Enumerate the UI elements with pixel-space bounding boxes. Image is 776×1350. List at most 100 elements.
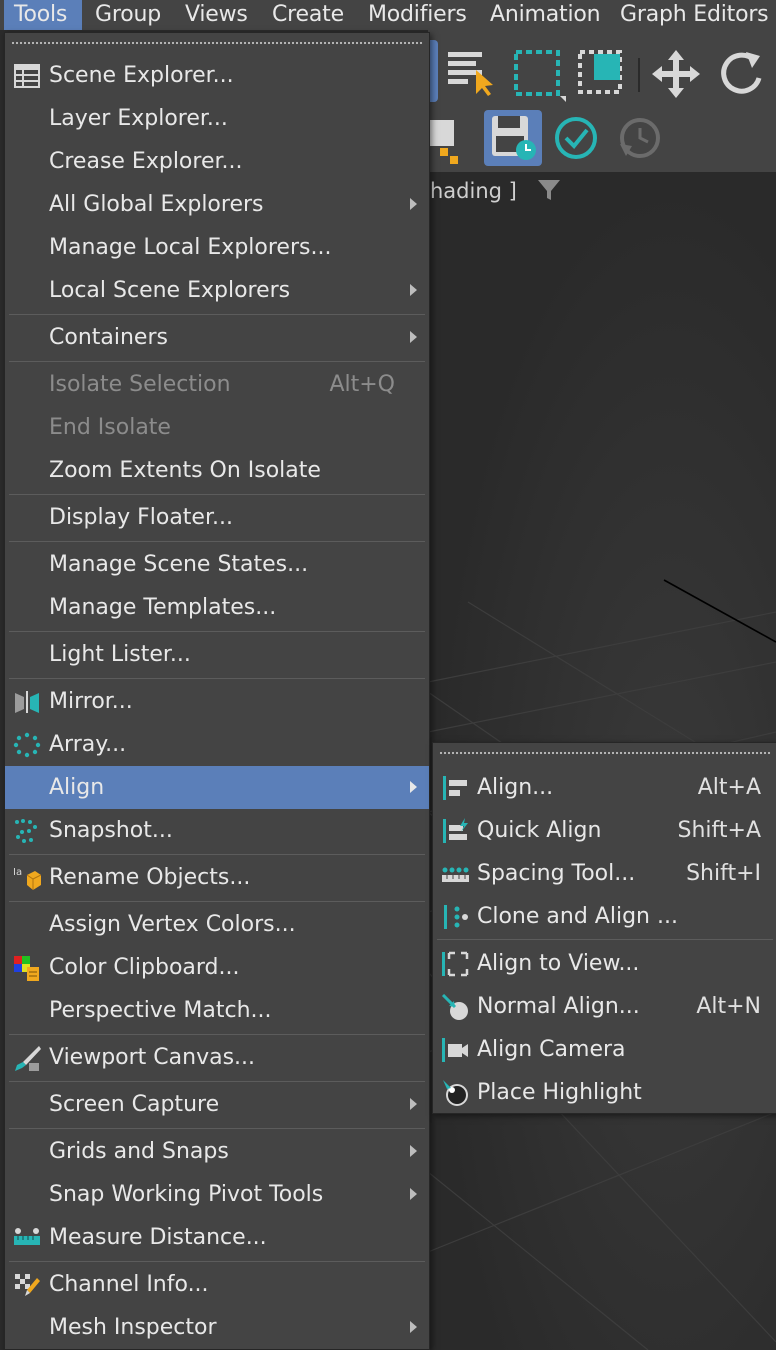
rotate-icon[interactable] xyxy=(716,48,766,98)
menubar: Tools Group Views Create Modifiers Anima… xyxy=(0,0,776,30)
menu-item-measure-distance[interactable]: Measure Distance... xyxy=(5,1216,429,1259)
spacing-tool-icon xyxy=(442,867,469,882)
menu-item-label: Layer Explorer... xyxy=(49,106,228,131)
submenu-item-place-highlight[interactable]: Place Highlight xyxy=(433,1071,776,1114)
menu-tools[interactable]: Tools xyxy=(4,0,82,30)
menu-modifiers[interactable]: Modifiers xyxy=(368,0,467,30)
menu-item-mesh-inspector[interactable]: Mesh Inspector xyxy=(5,1306,429,1349)
submenu-item-label: Align... xyxy=(477,775,554,800)
menu-separator xyxy=(9,1081,425,1082)
check-icon[interactable] xyxy=(554,116,602,164)
submenu-item-normal-align[interactable]: Normal Align... Alt+N xyxy=(433,985,776,1028)
table-icon xyxy=(14,64,40,88)
menu-item-label: Channel Info... xyxy=(49,1272,209,1297)
menu-item-array[interactable]: Array... xyxy=(5,723,429,766)
menu-item-color-clipboard[interactable]: Color Clipboard... xyxy=(5,946,429,989)
snapshot-icon xyxy=(15,819,37,843)
schematic-icon[interactable] xyxy=(428,118,460,168)
menu-item-display-floater[interactable]: Display Floater... xyxy=(5,496,429,539)
menu-item-snapshot[interactable]: Snapshot... xyxy=(5,809,429,852)
submenu-arrow-icon xyxy=(410,1188,417,1200)
align-to-view-icon xyxy=(442,951,469,977)
menu-item-rename-objects[interactable]: Ia Rename Objects... xyxy=(5,856,429,899)
menu-item-grids-and-snaps[interactable]: Grids and Snaps xyxy=(5,1130,429,1173)
menu-item-label: Screen Capture xyxy=(49,1092,220,1117)
menu-item-label: Mirror... xyxy=(49,689,133,714)
menu-item-label: Snapshot... xyxy=(49,818,173,843)
menu-item-isolate-selection[interactable]: Isolate Selection Alt+Q xyxy=(5,363,429,406)
menu-item-manage-local-explorers[interactable]: Manage Local Explorers... xyxy=(5,226,429,269)
menu-item-zoom-extents-on-isolate[interactable]: Zoom Extents On Isolate xyxy=(5,449,429,492)
submenu-item-quick-align[interactable]: Quick Align Shift+A xyxy=(433,809,776,852)
autosave-button[interactable] xyxy=(484,110,542,166)
submenu-separator xyxy=(437,939,773,940)
channel-info-icon xyxy=(15,1274,40,1296)
menu-separator xyxy=(9,314,425,315)
menu-item-manage-templates[interactable]: Manage Templates... xyxy=(5,586,429,629)
menu-item-channel-info[interactable]: Channel Info... xyxy=(5,1263,429,1306)
menu-item-end-isolate[interactable]: End Isolate xyxy=(5,406,429,449)
menu-item-screen-capture[interactable]: Screen Capture xyxy=(5,1083,429,1126)
submenu-item-shortcut: Shift+A xyxy=(677,818,762,843)
submenu-item-shortcut: Shift+I xyxy=(686,861,761,886)
rectangular-selection-icon[interactable] xyxy=(512,48,568,104)
menu-item-label: Color Clipboard... xyxy=(49,955,240,980)
menu-item-label: Assign Vertex Colors... xyxy=(49,912,296,937)
submenu-item-align[interactable]: Align... Alt+A xyxy=(433,766,776,809)
window-crossing-icon[interactable] xyxy=(576,48,628,100)
menu-item-snap-working-pivot-tools[interactable]: Snap Working Pivot Tools xyxy=(5,1173,429,1216)
menu-item-label: Scene Explorer... xyxy=(49,63,234,88)
menu-group[interactable]: Group xyxy=(95,0,161,30)
menu-graph-editors[interactable]: Graph Editors xyxy=(620,0,769,30)
menu-item-viewport-canvas[interactable]: Viewport Canvas... xyxy=(5,1036,429,1079)
submenu-item-label: Quick Align xyxy=(477,818,602,843)
tearoff-handle[interactable] xyxy=(439,751,771,755)
menu-item-label: Measure Distance... xyxy=(49,1225,267,1250)
rename-icon: Ia xyxy=(13,867,41,890)
menu-item-mirror[interactable]: Mirror... xyxy=(5,680,429,723)
menu-item-crease-explorer[interactable]: Crease Explorer... xyxy=(5,140,429,183)
viewport-shading-text: hading ] xyxy=(430,179,517,203)
menu-item-light-lister[interactable]: Light Lister... xyxy=(5,633,429,676)
filter-icon[interactable] xyxy=(536,178,562,202)
menu-item-manage-scene-states[interactable]: Manage Scene States... xyxy=(5,543,429,586)
submenu-item-align-to-view[interactable]: Align to View... xyxy=(433,942,776,985)
menu-item-scene-explorer[interactable]: Scene Explorer... xyxy=(5,54,429,97)
menu-item-label: Manage Scene States... xyxy=(49,552,309,577)
quick-align-icon xyxy=(443,818,468,843)
camera-icon xyxy=(442,1038,468,1062)
submenu-item-label: Align Camera xyxy=(477,1037,626,1062)
submenu-item-clone-and-align[interactable]: Clone and Align ... xyxy=(433,895,776,938)
menu-item-label: All Global Explorers xyxy=(49,192,264,217)
menu-item-all-global-explorers[interactable]: All Global Explorers xyxy=(5,183,429,226)
menu-tools-label: Tools xyxy=(14,2,68,27)
submenu-item-label: Normal Align... xyxy=(477,994,640,1019)
menu-item-layer-explorer[interactable]: Layer Explorer... xyxy=(5,97,429,140)
submenu-arrow-icon xyxy=(410,1145,417,1157)
move-icon[interactable] xyxy=(650,48,702,100)
menu-separator xyxy=(9,361,425,362)
submenu-item-spacing-tool[interactable]: Spacing Tool... Shift+I xyxy=(433,852,776,895)
submenu-item-align-camera[interactable]: Align Camera xyxy=(433,1028,776,1071)
menu-item-label: Light Lister... xyxy=(49,642,191,667)
history-icon[interactable] xyxy=(614,114,666,166)
menu-views[interactable]: Views xyxy=(185,0,248,30)
viewport-shading-label[interactable]: hading ] xyxy=(430,178,562,203)
menu-create[interactable]: Create xyxy=(272,0,344,30)
menu-item-label: Zoom Extents On Isolate xyxy=(49,458,321,483)
menu-item-perspective-match[interactable]: Perspective Match... xyxy=(5,989,429,1032)
menu-separator xyxy=(9,541,425,542)
submenu-arrow-icon xyxy=(410,331,417,343)
submenu-item-label: Place Highlight xyxy=(477,1080,642,1105)
menu-item-assign-vertex-colors[interactable]: Assign Vertex Colors... xyxy=(5,903,429,946)
menu-item-align[interactable]: Align xyxy=(5,766,429,809)
ruler-icon xyxy=(14,1228,40,1245)
menu-item-containers[interactable]: Containers xyxy=(5,316,429,359)
tearoff-handle[interactable] xyxy=(11,41,423,45)
select-by-name-icon[interactable] xyxy=(446,48,496,98)
menu-item-label: Align xyxy=(49,775,105,800)
align-icon xyxy=(443,776,467,800)
menu-item-local-scene-explorers[interactable]: Local Scene Explorers xyxy=(5,269,429,312)
menu-animation[interactable]: Animation xyxy=(490,0,601,30)
color-clipboard-icon xyxy=(14,956,39,981)
